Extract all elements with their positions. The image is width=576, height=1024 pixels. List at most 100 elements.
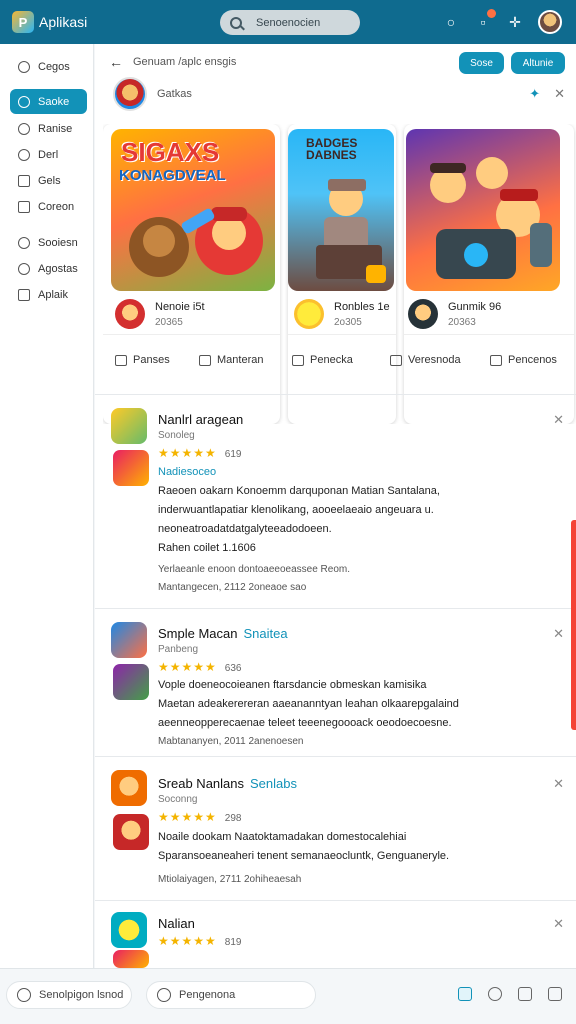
info-pill-label: Pengenona (179, 989, 236, 1001)
card-subtitle: 2o305 (334, 316, 362, 328)
cover-art (430, 157, 552, 279)
card-subtitle: 20365 (155, 316, 183, 328)
post-extra-line: Yerlaeanle enoon dontoaeeoeassee Reom. (158, 564, 351, 575)
home-icon[interactable] (458, 987, 472, 1001)
publisher-avatar[interactable] (294, 299, 324, 329)
sidebar-item-agostas[interactable]: Agostas (10, 256, 87, 281)
info-icon (157, 988, 171, 1002)
sidebar-item-sooiesn[interactable]: Sooiesn (10, 230, 87, 255)
back-arrow-icon[interactable]: ← (109, 54, 123, 70)
post-tag: Senlabs (250, 776, 297, 791)
rating-stars: ★★★★★ 619 (158, 446, 242, 460)
card-action[interactable]: Panses (115, 350, 170, 370)
publisher-avatar[interactable] (115, 299, 145, 329)
rating-stars: ★★★★★ 819 (158, 934, 242, 948)
sidebar-item-label: Aplaik (38, 288, 68, 301)
card-action[interactable]: Manteran (199, 350, 263, 370)
app-title: Aplikasi (39, 14, 88, 30)
featured-carousel: SIGAXS KONAGDVEAL Nenoie i5t 20365 Panse… (103, 124, 576, 424)
notification-badge (487, 9, 496, 18)
sidebar-item-aplaik[interactable]: Aplaik (10, 282, 87, 307)
post-extra: Rahen coilet 1.1606 (158, 542, 256, 554)
author-thumb (113, 664, 149, 700)
grid-icon (18, 174, 30, 187)
breadcrumb-text: Genuam /aplc ensgis (133, 56, 237, 68)
rating-score: 619 (224, 449, 242, 460)
post-body: Raeoen oakarn Konoemm darquponan Matian … (158, 482, 563, 558)
featured-card[interactable]: SIGAXS KONAGDVEAL Nenoie i5t 20365 Panse… (103, 124, 280, 424)
sose-button[interactable]: Sose (459, 52, 504, 74)
sidebar-item-ranise[interactable]: Ranise (10, 116, 87, 141)
cover-subtitle: KONAGDVEAL (119, 167, 226, 184)
card-action-label: Pencenos (508, 354, 557, 366)
user-avatar[interactable] (538, 10, 562, 34)
sidebar-item-saoke[interactable]: Saoke (10, 89, 87, 114)
rating-score: 298 (224, 813, 242, 824)
game-icon (111, 622, 147, 658)
status-pill[interactable]: Senolpigon lsnod (6, 981, 132, 1009)
bell-icon[interactable] (548, 987, 562, 1001)
notification-icon[interactable]: ▫ (474, 9, 496, 31)
card-action[interactable]: Veresnoda (390, 350, 461, 370)
comment-icon (490, 354, 502, 366)
check-icon[interactable] (518, 987, 532, 1001)
sidebar-item-label: Saoke (38, 95, 70, 108)
sparkle-icon[interactable]: ✦ (529, 86, 540, 102)
author-thumb (113, 814, 149, 850)
sidebar-item-label: Cegos (38, 60, 70, 73)
publisher-avatar[interactable] (408, 299, 438, 329)
comment-icon (199, 354, 211, 366)
sidebar-item-gels[interactable]: Gels (10, 168, 87, 193)
sidebar-item-cegos[interactable]: Cegos (10, 54, 87, 79)
game-cover-image (406, 129, 560, 291)
post-title: Nanlrl aragean (158, 412, 244, 427)
top-bar: P Aplikasi Senoenocien ○ ▫ ✛ (0, 0, 576, 44)
author-thumb (113, 450, 149, 486)
feed-post[interactable]: Sreab Nanlans Senlabs Soconng ★★★★★ 298 No… (95, 768, 576, 892)
sidebar-item-label: Ranise (38, 122, 73, 135)
close-icon[interactable]: ✕ (554, 86, 565, 102)
post-subtitle: Panbeng (158, 644, 199, 655)
info-pill[interactable]: Pengenona (146, 981, 316, 1009)
close-icon[interactable]: ✕ (553, 412, 564, 428)
feed-post[interactable]: Nalian ★★★★★ 819 ✕ (95, 908, 576, 968)
card-action-label: Manteran (217, 354, 264, 366)
post-subtitle: Sonoleg (158, 430, 195, 441)
app-logo[interactable]: P Aplikasi (12, 11, 87, 33)
sidebar-item-derl[interactable]: Derl (10, 142, 87, 167)
altunie-button[interactable]: Altunie (511, 52, 565, 74)
post-meta: Mabtananyen, 2011 2anenoesen (158, 736, 304, 747)
user-icon (18, 262, 30, 275)
close-icon[interactable]: ✕ (553, 776, 564, 792)
sidebar-item-coreon[interactable]: Coreon (10, 194, 87, 219)
post-meta: Mantangecen, 2112 2oneaoe sao (158, 582, 307, 593)
post-subtitle: Soconng (158, 794, 198, 805)
feed-post[interactable]: Smple Macan Snaitea Panbeng ★★★★★ 636 Vopl… (95, 618, 576, 756)
post-title: Smple Macan Snaitea (158, 626, 288, 641)
post-category[interactable]: Nadiesoceo (158, 466, 216, 478)
pin-icon[interactable]: ✛ (506, 13, 524, 31)
clock-icon[interactable] (488, 987, 502, 1001)
main-content: ← Genuam /aplc ensgis Sose Altunie Gatka… (95, 44, 576, 968)
game-icon (111, 770, 147, 806)
featured-card[interactable]: BADGES DABNES Ronbles 1e 2o305 Penecka (288, 124, 396, 424)
refresh-icon[interactable]: ○ (442, 13, 460, 31)
game-cover-image: BADGES DABNES (288, 129, 394, 291)
sidebar-item-label: Gels (38, 174, 61, 187)
post-title: Sreab Nanlans Senlabs (158, 776, 297, 791)
status-pill-label: Senolpigon lsnod (39, 989, 124, 1001)
close-icon[interactable]: ✕ (553, 916, 564, 932)
card-action[interactable]: Penecka (292, 350, 353, 370)
chat-icon (18, 148, 30, 161)
feed-post[interactable]: Nanlrl aragean Sonoleg ★★★★★ 619 Nadiesoc… (95, 402, 576, 608)
profile-avatar[interactable] (113, 77, 147, 111)
rating-stars: ★★★★★ 298 (158, 810, 242, 824)
close-icon[interactable]: ✕ (553, 626, 564, 642)
card-subtitle: 20363 (448, 316, 476, 328)
card-title: Gunmik 96 (448, 300, 502, 313)
sidebar-item-label: Derl (38, 148, 59, 161)
featured-card[interactable]: Gunmik 96 20363 Veresnoda Pencenos (390, 124, 574, 424)
search-input[interactable]: Senoenocien (220, 10, 360, 35)
card-action[interactable]: Pencenos (490, 350, 557, 370)
scrollbar-thumb[interactable] (571, 520, 576, 730)
